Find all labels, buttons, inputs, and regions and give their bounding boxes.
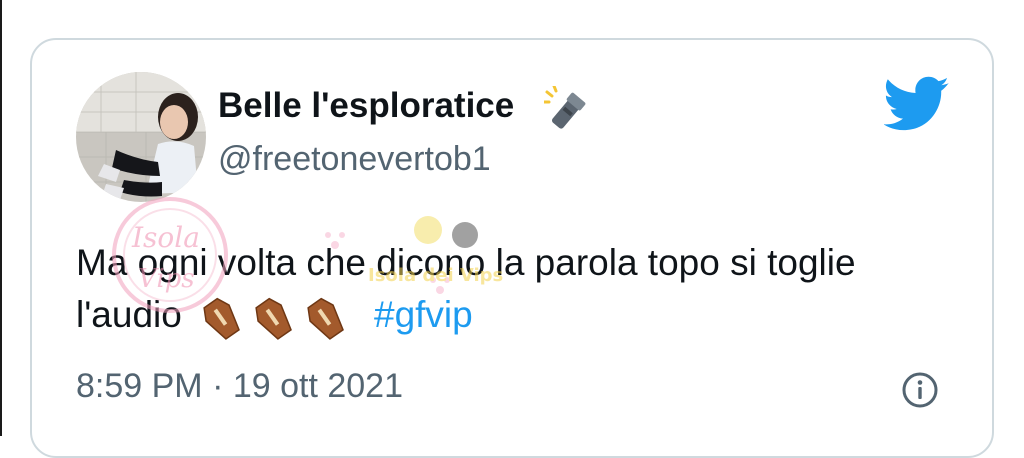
coffin-emojis [203,297,344,340]
avatar-photo [76,72,206,202]
tweet-timestamp[interactable]: 8:59 PM · 19 ott 2021 [76,367,403,406]
avatar[interactable] [76,72,206,202]
coffin-icon [203,297,240,340]
twitter-bird-icon[interactable] [884,76,950,132]
user-handle[interactable]: @freetonevertob1 [218,140,491,179]
flashlight-icon [544,86,586,129]
display-name[interactable]: Belle l'esploratice [218,86,514,126]
info-icon[interactable] [900,370,940,410]
tweet-text-line2: l'audio [76,294,182,335]
screen-edge-divider [0,0,2,436]
tweet-text-line1: Ma ogni volta che dicono la parola topo … [76,242,856,283]
coffin-icon [307,297,344,340]
coffin-icon [255,297,292,340]
hashtag-link[interactable]: #gfvip [374,289,473,341]
